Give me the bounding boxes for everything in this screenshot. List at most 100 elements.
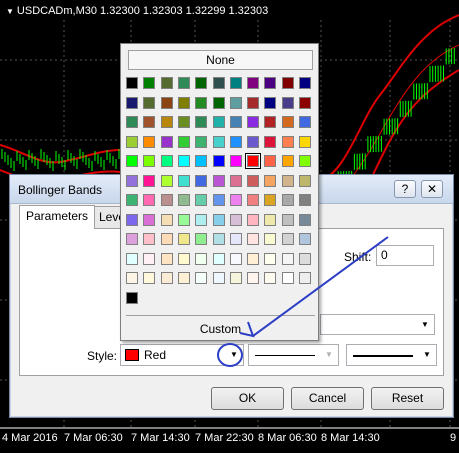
- color-swatch-option[interactable]: [281, 77, 294, 89]
- color-swatch-option[interactable]: [212, 272, 225, 284]
- color-swatch-option[interactable]: [299, 174, 311, 187]
- color-swatch-option[interactable]: [264, 135, 277, 148]
- color-swatch-option[interactable]: [212, 96, 225, 109]
- color-swatch-option[interactable]: [247, 155, 260, 167]
- custom-color-button[interactable]: Custom: [121, 322, 320, 336]
- color-swatch-option[interactable]: [126, 155, 138, 167]
- color-swatch-option[interactable]: [177, 174, 190, 187]
- style-color-select[interactable]: Red ▼: [120, 344, 244, 366]
- color-swatch-option[interactable]: [281, 174, 294, 187]
- color-swatch-option[interactable]: [126, 174, 138, 187]
- none-color-button[interactable]: None: [128, 50, 313, 70]
- cancel-button[interactable]: Cancel: [291, 387, 364, 410]
- color-swatch-option[interactable]: [126, 233, 138, 245]
- color-swatch-option[interactable]: [264, 213, 277, 226]
- color-swatch-option[interactable]: [247, 213, 260, 226]
- color-swatch-option[interactable]: [126, 116, 138, 128]
- color-swatch-option[interactable]: [247, 96, 260, 109]
- color-swatch-option[interactable]: [143, 77, 156, 89]
- color-swatch-option[interactable]: [126, 77, 138, 89]
- color-swatch-option[interactable]: [247, 135, 260, 148]
- color-swatch-option[interactable]: [195, 213, 208, 226]
- color-swatch-option[interactable]: [195, 174, 208, 187]
- color-swatch-option[interactable]: [160, 233, 173, 245]
- color-swatch-option[interactable]: [229, 96, 242, 109]
- tab-parameters[interactable]: Parameters: [19, 205, 96, 229]
- color-swatch-option[interactable]: [160, 272, 173, 284]
- color-swatch-option[interactable]: [195, 194, 208, 206]
- color-swatch-option[interactable]: [264, 116, 277, 128]
- color-swatch-option[interactable]: [160, 155, 173, 167]
- color-swatch-option[interactable]: [299, 252, 311, 265]
- color-swatch-option[interactable]: [195, 252, 208, 265]
- color-swatch-option[interactable]: [126, 96, 138, 109]
- color-swatch-option[interactable]: [299, 96, 311, 109]
- color-swatch-option[interactable]: [264, 155, 277, 167]
- color-swatch-option[interactable]: [281, 233, 294, 245]
- close-button[interactable]: ✕: [421, 180, 443, 198]
- color-swatch-option[interactable]: [143, 174, 156, 187]
- color-swatch-option[interactable]: [281, 272, 294, 284]
- color-swatch-option[interactable]: [212, 194, 225, 206]
- color-swatch-option[interactable]: [195, 233, 208, 245]
- color-swatch-option[interactable]: [143, 272, 156, 284]
- chevron-down-icon[interactable]: ▼: [227, 348, 241, 362]
- color-swatch-option[interactable]: [143, 252, 156, 265]
- color-swatch-option[interactable]: [229, 213, 242, 226]
- help-button[interactable]: ?: [394, 180, 416, 198]
- color-swatch-option[interactable]: [195, 116, 208, 128]
- color-swatch-option[interactable]: [195, 135, 208, 148]
- color-swatch-option[interactable]: [143, 233, 156, 245]
- color-swatch-option[interactable]: [126, 291, 138, 304]
- color-swatch-option[interactable]: [160, 213, 173, 226]
- color-swatch-option[interactable]: [264, 272, 277, 284]
- line-width-select[interactable]: ▼: [346, 344, 437, 366]
- color-swatch-option[interactable]: [264, 233, 277, 245]
- color-swatch-option[interactable]: [281, 96, 294, 109]
- color-swatch-option[interactable]: [143, 194, 156, 206]
- color-swatch-option[interactable]: [212, 116, 225, 128]
- color-swatch-option[interactable]: [299, 213, 311, 226]
- color-swatch-option[interactable]: [281, 116, 294, 128]
- color-swatch-option[interactable]: [299, 155, 311, 167]
- color-swatch-option[interactable]: [160, 252, 173, 265]
- chevron-down-icon[interactable]: ▼: [418, 318, 432, 332]
- color-swatch-option[interactable]: [229, 155, 242, 167]
- apply-to-select[interactable]: ▼: [320, 314, 435, 335]
- color-swatch-option[interactable]: [229, 135, 242, 148]
- color-swatch-option[interactable]: [247, 272, 260, 284]
- color-swatch-option[interactable]: [177, 233, 190, 245]
- color-swatch-option[interactable]: [299, 77, 311, 89]
- color-swatch-option[interactable]: [177, 272, 190, 284]
- color-swatch-option[interactable]: [126, 252, 138, 265]
- color-swatch-option[interactable]: [229, 116, 242, 128]
- line-style-select[interactable]: ▼: [248, 344, 339, 366]
- color-swatch-option[interactable]: [247, 77, 260, 89]
- color-swatch-option[interactable]: [177, 116, 190, 128]
- color-swatch-option[interactable]: [212, 174, 225, 187]
- color-swatch-option[interactable]: [160, 77, 173, 89]
- color-swatch-option[interactable]: [143, 213, 156, 226]
- color-swatch-option[interactable]: [281, 135, 294, 148]
- color-swatch-option[interactable]: [212, 213, 225, 226]
- color-swatch-option[interactable]: [212, 135, 225, 148]
- color-swatch-option[interactable]: [195, 77, 208, 89]
- ok-button[interactable]: OK: [211, 387, 284, 410]
- color-swatch-option[interactable]: [212, 252, 225, 265]
- color-swatch-option[interactable]: [264, 77, 277, 89]
- color-swatch-option[interactable]: [177, 194, 190, 206]
- color-swatch-option[interactable]: [195, 96, 208, 109]
- color-swatch-option[interactable]: [160, 174, 173, 187]
- color-swatch-option[interactable]: [212, 77, 225, 89]
- color-swatch-option[interactable]: [247, 194, 260, 206]
- color-swatch-option[interactable]: [229, 77, 242, 89]
- color-swatch-option[interactable]: [143, 155, 156, 167]
- color-swatch-option[interactable]: [126, 213, 138, 226]
- color-swatch-option[interactable]: [264, 194, 277, 206]
- color-swatch-option[interactable]: [229, 194, 242, 206]
- color-swatch-option[interactable]: [299, 194, 311, 206]
- color-swatch-option[interactable]: [247, 116, 260, 128]
- color-swatch-option[interactable]: [177, 135, 190, 148]
- color-swatch-option[interactable]: [195, 272, 208, 284]
- reset-button[interactable]: Reset: [371, 387, 444, 410]
